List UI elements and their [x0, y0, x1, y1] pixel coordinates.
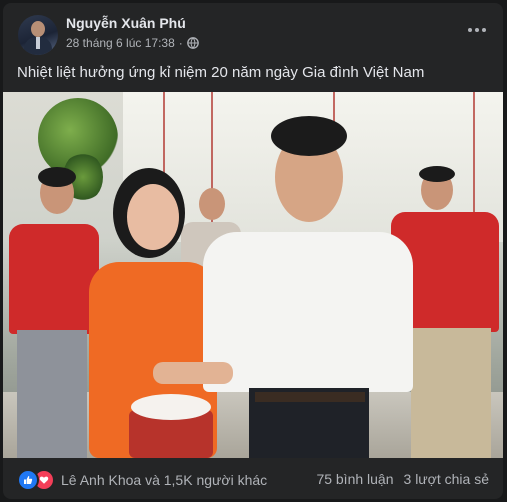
- photo-person-staff-hair: [38, 167, 76, 187]
- photo-person-staff: [9, 224, 99, 334]
- post-timestamp[interactable]: 28 tháng 6 lúc 17:38: [66, 36, 175, 50]
- post-photo[interactable]: [3, 92, 503, 458]
- photo-person-staff-hair: [419, 166, 455, 182]
- post-meta: 28 tháng 6 lúc 17:38 ·: [66, 36, 199, 50]
- photo-person-man-hair: [271, 116, 347, 156]
- post-card: Nguyễn Xuân Phú 28 tháng 6 lúc 17:38 · N…: [3, 3, 503, 499]
- photo-hands: [153, 362, 233, 384]
- like-icon: [17, 469, 39, 491]
- more-options-icon[interactable]: [465, 18, 489, 42]
- avatar-head: [31, 21, 45, 37]
- author-avatar[interactable]: [18, 15, 58, 55]
- photo-ribbon: [473, 92, 475, 232]
- more-dot: [468, 28, 472, 32]
- photo-person-man: [203, 232, 413, 392]
- photo-person-staff-pants: [17, 330, 87, 458]
- reaction-summary[interactable]: Lê Anh Khoa và 1,5K người khác: [17, 469, 267, 491]
- avatar-tie: [36, 37, 40, 49]
- post-header: Nguyễn Xuân Phú 28 tháng 6 lúc 17:38 ·: [3, 3, 503, 55]
- reactors-text[interactable]: Lê Anh Khoa và 1,5K người khác: [61, 472, 267, 488]
- engagement-counts: 75 bình luận 3 lượt chia sẻ: [316, 471, 489, 487]
- meta-separator: ·: [178, 36, 183, 50]
- comments-count-link[interactable]: 75 bình luận: [316, 471, 393, 487]
- author-name[interactable]: Nguyễn Xuân Phú: [66, 15, 186, 31]
- photo-person-man-belt: [255, 392, 365, 402]
- photo-cake-top: [131, 394, 211, 420]
- more-dot: [475, 28, 479, 32]
- more-dot: [482, 28, 486, 32]
- post-footer: Lê Anh Khoa và 1,5K người khác 75 bình l…: [3, 459, 503, 499]
- globe-icon[interactable]: [186, 37, 199, 49]
- photo-person-bg-head: [199, 188, 225, 220]
- post-text: Nhiệt liệt hưởng ứng kỉ niệm 20 năm ngày…: [17, 64, 425, 81]
- photo-person-staff-pants: [411, 328, 491, 458]
- photo-person-woman-face: [127, 184, 179, 250]
- shares-count-link[interactable]: 3 lượt chia sẻ: [404, 471, 489, 487]
